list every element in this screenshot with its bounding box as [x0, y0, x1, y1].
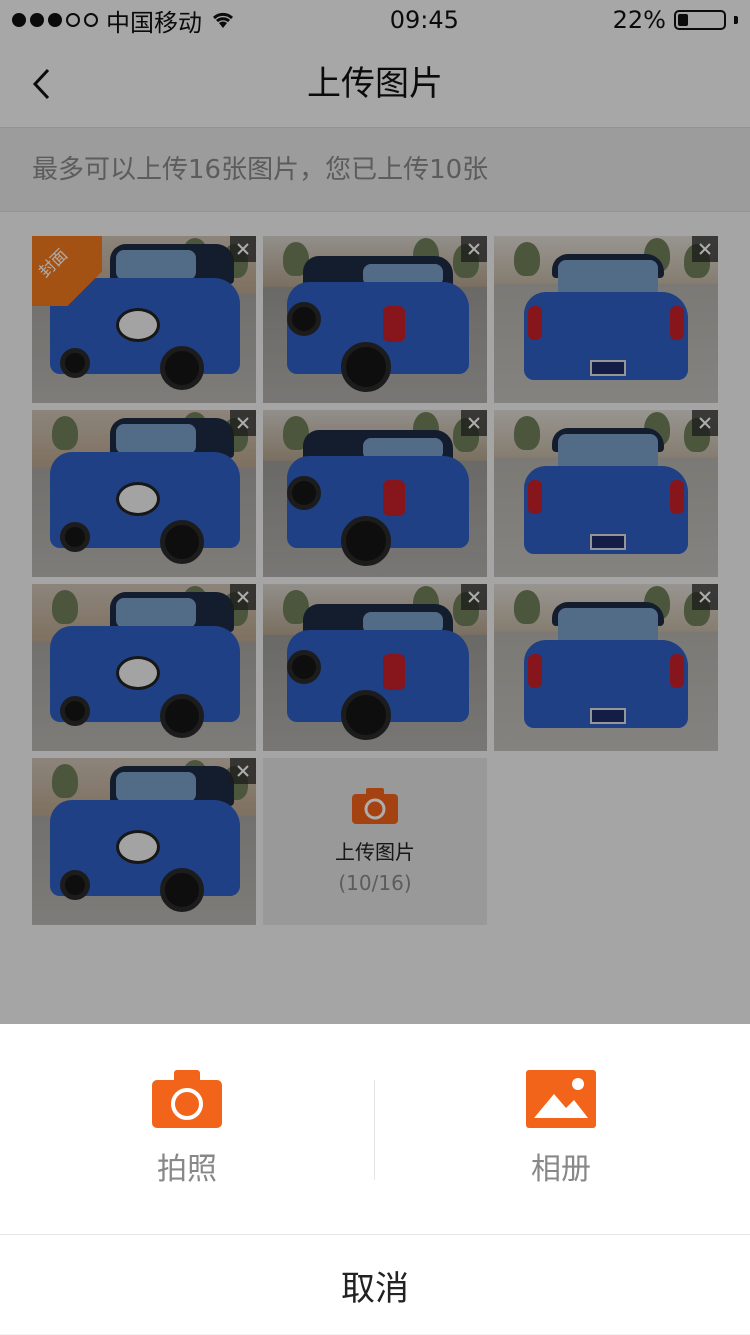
album-option-button[interactable]: 相册 — [374, 1024, 748, 1234]
camera-option-button[interactable]: 拍照 — [0, 1024, 374, 1234]
image-icon — [526, 1070, 596, 1128]
cancel-label: 取消 — [341, 1268, 409, 1309]
camera-icon — [152, 1070, 222, 1128]
camera-option-label: 拍照 — [157, 1152, 217, 1187]
cancel-button[interactable]: 取消 — [0, 1234, 750, 1335]
action-options: 拍照 相册 — [0, 1024, 750, 1234]
album-option-label: 相册 — [531, 1152, 591, 1187]
action-sheet: 拍照 相册 取消 — [0, 1024, 750, 1334]
options-divider — [374, 1080, 375, 1180]
modal-overlay[interactable] — [0, 0, 750, 1024]
